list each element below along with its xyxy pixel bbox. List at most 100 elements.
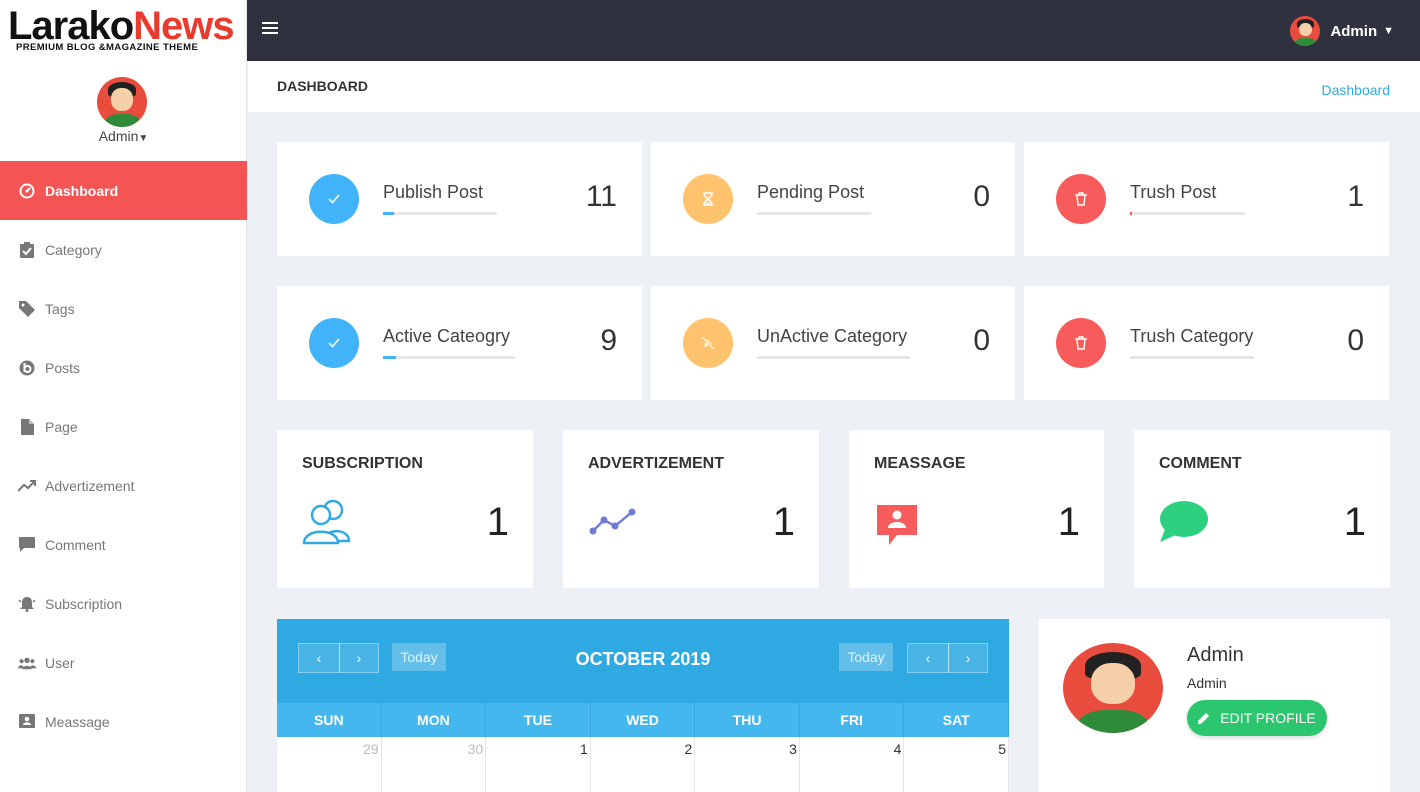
weekday-label: SAT <box>904 703 1009 737</box>
edit-profile-label: EDIT PROFILE <box>1220 710 1316 726</box>
calendar-weekdays: SUN MON TUE WED THU FRI SAT <box>277 703 1009 737</box>
stat-label: Trush Post <box>1130 182 1217 202</box>
box-title: ADVERTIZEMENT <box>588 455 724 472</box>
trend-icon <box>18 477 36 495</box>
stat-value: 9 <box>600 324 617 357</box>
sidebar-item-label: Meassage <box>45 713 110 730</box>
calendar-day[interactable]: 1 <box>486 737 591 792</box>
profile-role: Admin <box>1187 675 1227 691</box>
sidebar-user[interactable]: Admin▼ <box>0 61 247 161</box>
progress-bar <box>383 212 497 215</box>
message-alert-icon <box>873 495 925 547</box>
stat-label: Trush Category <box>1130 326 1254 346</box>
line-trend-icon <box>587 495 639 547</box>
box-value: 1 <box>1343 500 1366 544</box>
weekday-label: FRI <box>800 703 905 737</box>
sidebar-item-category[interactable]: Category <box>0 220 247 279</box>
top-navbar: LarakoNews PREMIUM BLOG &MAGAZINE THEME … <box>0 0 1420 61</box>
box-title: COMMENT <box>1159 455 1242 472</box>
calendar-day[interactable]: 5 <box>904 737 1009 792</box>
breadcrumb[interactable]: Dashboard <box>1322 82 1391 98</box>
hamburger-menu-icon[interactable] <box>262 22 278 36</box>
trash-icon <box>1056 318 1106 368</box>
sidebar-item-label: Advertizement <box>45 477 135 494</box>
page-header: DASHBOARD Dashboard <box>248 61 1420 112</box>
stat-card-pending-post: Pending Post 0 <box>651 142 1015 256</box>
weekday-label: SUN <box>277 703 382 737</box>
tag-icon <box>18 300 36 318</box>
bold-circle-icon <box>18 359 36 377</box>
stat-card-trush-category: Trush Category 0 <box>1024 286 1389 400</box>
box-value: 1 <box>772 500 795 544</box>
clipboard-check-icon <box>18 241 36 259</box>
sidebar-item-dashboard[interactable]: Dashboard <box>0 161 247 220</box>
top-user-menu[interactable]: Admin ▼ <box>1290 16 1394 46</box>
brand-logo[interactable]: LarakoNews PREMIUM BLOG &MAGAZINE THEME <box>0 0 247 61</box>
users-icon <box>18 654 36 672</box>
sidebar: Admin▼ Dashboard Category Tags Posts Pag… <box>0 61 247 792</box>
profile-card: Admin Admin EDIT PROFILE <box>1039 619 1390 792</box>
stat-label: UnActive Category <box>757 326 908 346</box>
stat-label: Publish Post <box>383 182 484 202</box>
chevron-down-icon: ▼ <box>138 133 149 144</box>
box-value: 1 <box>1057 500 1080 544</box>
calendar-day[interactable]: 29 <box>277 737 382 792</box>
comment-icon <box>18 536 36 554</box>
bell-icon <box>18 595 36 613</box>
logo-tagline: PREMIUM BLOG &MAGAZINE THEME <box>16 42 199 53</box>
sidebar-item-posts[interactable]: Posts <box>0 338 247 397</box>
calendar-day[interactable]: 4 <box>800 737 905 792</box>
sidebar-item-subscription[interactable]: Subscription <box>0 574 247 633</box>
stat-value: 0 <box>1347 324 1364 357</box>
edit-profile-button[interactable]: EDIT PROFILE <box>1187 700 1327 736</box>
sidebar-item-tags[interactable]: Tags <box>0 279 247 338</box>
avatar <box>1290 16 1321 46</box>
stat-label: Active Cateogry <box>383 326 511 346</box>
calendar-today-button-right[interactable]: Today <box>839 643 893 671</box>
progress-bar <box>1130 212 1245 215</box>
sidebar-item-comment[interactable]: Comment <box>0 515 247 574</box>
sidebar-item-label: Posts <box>45 359 81 376</box>
info-box-subscription: SUBSCRIPTION 1 <box>277 430 533 588</box>
weekday-label: WED <box>591 703 696 737</box>
page-title: DASHBOARD <box>277 78 368 94</box>
stat-value: 0 <box>973 180 990 213</box>
box-title: MEASSAGE <box>874 455 966 472</box>
check-icon <box>309 318 359 368</box>
calendar-day[interactable]: 30 <box>382 737 487 792</box>
check-icon <box>309 174 359 224</box>
progress-bar <box>757 212 871 215</box>
calendar-week-row: 29 30 1 2 3 4 5 <box>277 737 1009 792</box>
sidebar-item-meassage[interactable]: Meassage <box>0 692 247 751</box>
sidebar-user-name: Admin▼ <box>98 128 149 144</box>
speech-bubble-icon <box>1158 495 1210 547</box>
avatar <box>1063 643 1163 733</box>
sidebar-item-label: User <box>45 654 75 671</box>
calendar-day[interactable]: 2 <box>591 737 696 792</box>
stat-label: Pending Post <box>757 182 865 202</box>
stat-value: 11 <box>585 180 617 213</box>
sidebar-item-label: Dashboard <box>45 182 119 199</box>
calendar-prev-button-right[interactable]: ‹ <box>907 643 949 673</box>
calendar-next-button-right[interactable]: › <box>948 643 988 673</box>
sidebar-item-user[interactable]: User <box>0 633 247 692</box>
profile-name: Admin <box>1187 644 1244 666</box>
sidebar-item-label: Comment <box>45 536 106 553</box>
avatar <box>97 77 147 127</box>
top-user-name: Admin <box>1330 22 1378 40</box>
stat-card-publish-post: Publish Post 11 <box>277 142 642 256</box>
calendar-day[interactable]: 3 <box>695 737 800 792</box>
trash-icon <box>1056 174 1106 224</box>
contact-icon <box>18 713 36 731</box>
stat-card-unactive-category: UnActive Category 0 <box>651 286 1015 400</box>
sidebar-item-label: Category <box>45 241 102 258</box>
sidebar-item-advertizement[interactable]: Advertizement <box>0 456 247 515</box>
sidebar-item-page[interactable]: Page <box>0 397 247 456</box>
weekday-label: THU <box>695 703 800 737</box>
weekday-label: MON <box>382 703 487 737</box>
calendar-title: OCTOBER 2019 <box>575 649 711 669</box>
stat-value: 1 <box>1347 180 1364 213</box>
chevron-down-icon: ▼ <box>1383 25 1394 37</box>
stat-value: 0 <box>973 324 990 357</box>
progress-bar <box>1130 356 1254 359</box>
